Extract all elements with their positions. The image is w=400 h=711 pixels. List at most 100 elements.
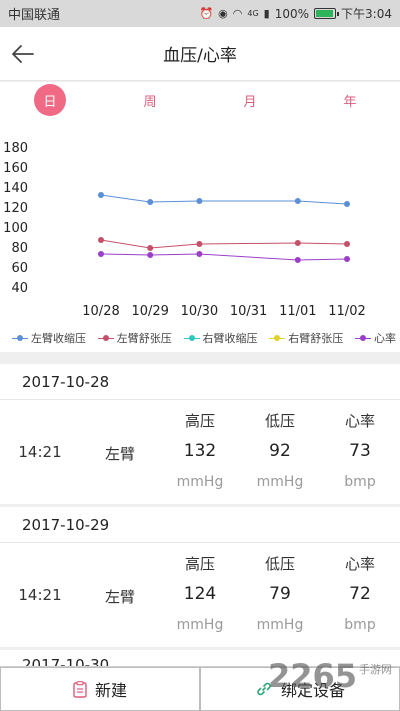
data-point	[98, 251, 104, 257]
legend-swatch	[269, 334, 286, 342]
y-tick-label: 120	[3, 201, 28, 216]
tab-year[interactable]: 年	[334, 84, 366, 116]
y-tick-label: 100	[3, 221, 28, 236]
record-date: 2017-10-29	[0, 507, 400, 543]
bind-device-button[interactable]: 绑定设备	[200, 667, 400, 711]
page-title: 血压/心率	[163, 46, 237, 66]
systolic-header: 高压	[184, 555, 216, 573]
data-point	[294, 198, 301, 204]
x-tick-label: 11/02	[328, 304, 365, 319]
series-line	[100, 194, 348, 205]
diastolic-value: 92	[269, 441, 291, 461]
tab-day[interactable]: 日	[34, 84, 66, 116]
legend-item: 右臂舒张压	[269, 326, 343, 350]
signal-icon: ▮	[263, 7, 270, 20]
tab-week[interactable]: 周	[134, 84, 166, 116]
systolic-value: 124	[183, 584, 217, 604]
diastolic-header: 低压	[264, 555, 296, 573]
carrier-name: 中国联通	[8, 8, 61, 23]
x-tick-label: 10/28	[82, 304, 119, 319]
record-time: 14:21	[18, 443, 62, 461]
new-record-label: 新建	[94, 681, 127, 700]
legend-swatch	[355, 334, 371, 342]
y-tick-label: 80	[11, 241, 28, 256]
battery-percent: 100%	[274, 6, 310, 21]
legend-label: 左臂舒张压	[116, 332, 172, 345]
record-arm: 左臂	[104, 445, 136, 463]
y-tick-label: 40	[11, 281, 28, 296]
record-date: 2017-10-28	[0, 364, 400, 400]
legend-item: 左臂舒张压	[97, 326, 172, 350]
data-point	[196, 198, 203, 204]
y-tick-label: 160	[3, 161, 28, 176]
period-tabs: 日 周 月 年	[0, 82, 400, 120]
legend-label: 右臂舒张压	[288, 332, 344, 345]
legend-item: 左臂收缩压	[12, 326, 86, 350]
next-record-strip: 2017-10-30	[0, 650, 400, 666]
data-point	[98, 192, 104, 198]
data-point	[147, 199, 154, 205]
data-point	[196, 251, 203, 257]
diastolic-unit: mmHg	[256, 474, 304, 490]
data-point	[344, 256, 350, 262]
systolic-header: 高压	[184, 412, 216, 430]
x-tick-label: 10/30	[181, 304, 218, 319]
next-record-date: 2017-10-30	[22, 656, 110, 666]
legend-swatch	[12, 334, 28, 342]
data-point	[294, 240, 301, 246]
heart-rate-value: 73	[349, 441, 371, 461]
back-button[interactable]	[6, 37, 40, 71]
legend-label: 左臂收缩压	[31, 332, 86, 345]
x-tick-label: 10/31	[230, 304, 267, 319]
status-bar: 中国联通 ⏰ ◉ ◠ 4G ▮ 100% 下午3:04	[0, 0, 400, 27]
legend-item: 右臂收缩压	[183, 326, 258, 350]
diastolic-header: 低压	[264, 412, 296, 430]
series-line	[100, 239, 348, 249]
alarm-icon: ⏰	[199, 7, 214, 20]
heart-rate-value: 72	[349, 584, 371, 604]
record-arm: 左臂	[104, 588, 136, 606]
chart-panel: 40 60 80 100 120 140 160 180 10/28 10/29 10/30 10/3…	[0, 120, 400, 352]
heart-rate-unit: bmp	[344, 474, 376, 490]
bind-device-label: 绑定设备	[280, 681, 345, 700]
legend-swatch	[183, 334, 200, 342]
heart-rate-header: 心率	[344, 555, 376, 573]
record-time: 14:21	[18, 586, 62, 604]
data-point	[98, 237, 104, 243]
blood-pressure-chart: 40 60 80 100 120 140 160 180 10/28 10/29 10/30 10/3…	[3, 141, 366, 319]
clipboard-icon	[73, 680, 87, 698]
bottom-action-bar: 新建 绑定设备	[0, 666, 400, 711]
data-point	[147, 252, 154, 258]
tab-month[interactable]: 月	[234, 84, 266, 116]
diastolic-value: 79	[269, 584, 291, 604]
signal-label: 4G	[247, 8, 259, 18]
legend-label: 心率	[374, 332, 396, 345]
wifi-icon: ◠	[232, 7, 243, 20]
data-point	[344, 241, 350, 247]
chart-legend: 左臂收缩压 左臂舒张压 右臂收缩压 右臂舒张压 心率	[0, 326, 400, 350]
x-tick-label: 10/29	[131, 304, 168, 319]
record-row[interactable]: 14:21 左臂 高压 低压 心率 124 79 72 mmHg mmHg bm…	[0, 543, 400, 647]
y-tick-label: 60	[11, 261, 28, 276]
data-point	[196, 241, 203, 247]
record-row[interactable]: 14:21 左臂 高压 低压 心率 132 92 73 mmHg mmHg bm…	[0, 400, 400, 504]
new-record-button[interactable]: 新建	[0, 667, 200, 711]
data-point	[147, 245, 154, 251]
status-icons: ⏰ ◉ ◠ 4G ▮ 100% 下午3:04	[199, 5, 392, 22]
heart-rate-header: 心率	[344, 412, 376, 430]
app-header: 血压/心率	[0, 27, 400, 81]
y-tick-label: 140	[3, 181, 28, 196]
x-tick-label: 11/01	[279, 304, 316, 319]
series-line	[100, 253, 348, 261]
systolic-value: 132	[183, 441, 217, 461]
arrow-left-icon	[12, 45, 34, 63]
legend-item: 心率	[355, 326, 396, 350]
heart-rate-unit: bmp	[344, 617, 376, 633]
y-tick-label: 180	[3, 141, 28, 156]
data-point	[344, 201, 350, 207]
diastolic-unit: mmHg	[256, 617, 304, 633]
legend-label: 右臂收缩压	[202, 332, 258, 345]
battery-icon	[314, 8, 340, 19]
eye-icon: ◉	[218, 7, 228, 20]
systolic-unit: mmHg	[176, 617, 224, 633]
